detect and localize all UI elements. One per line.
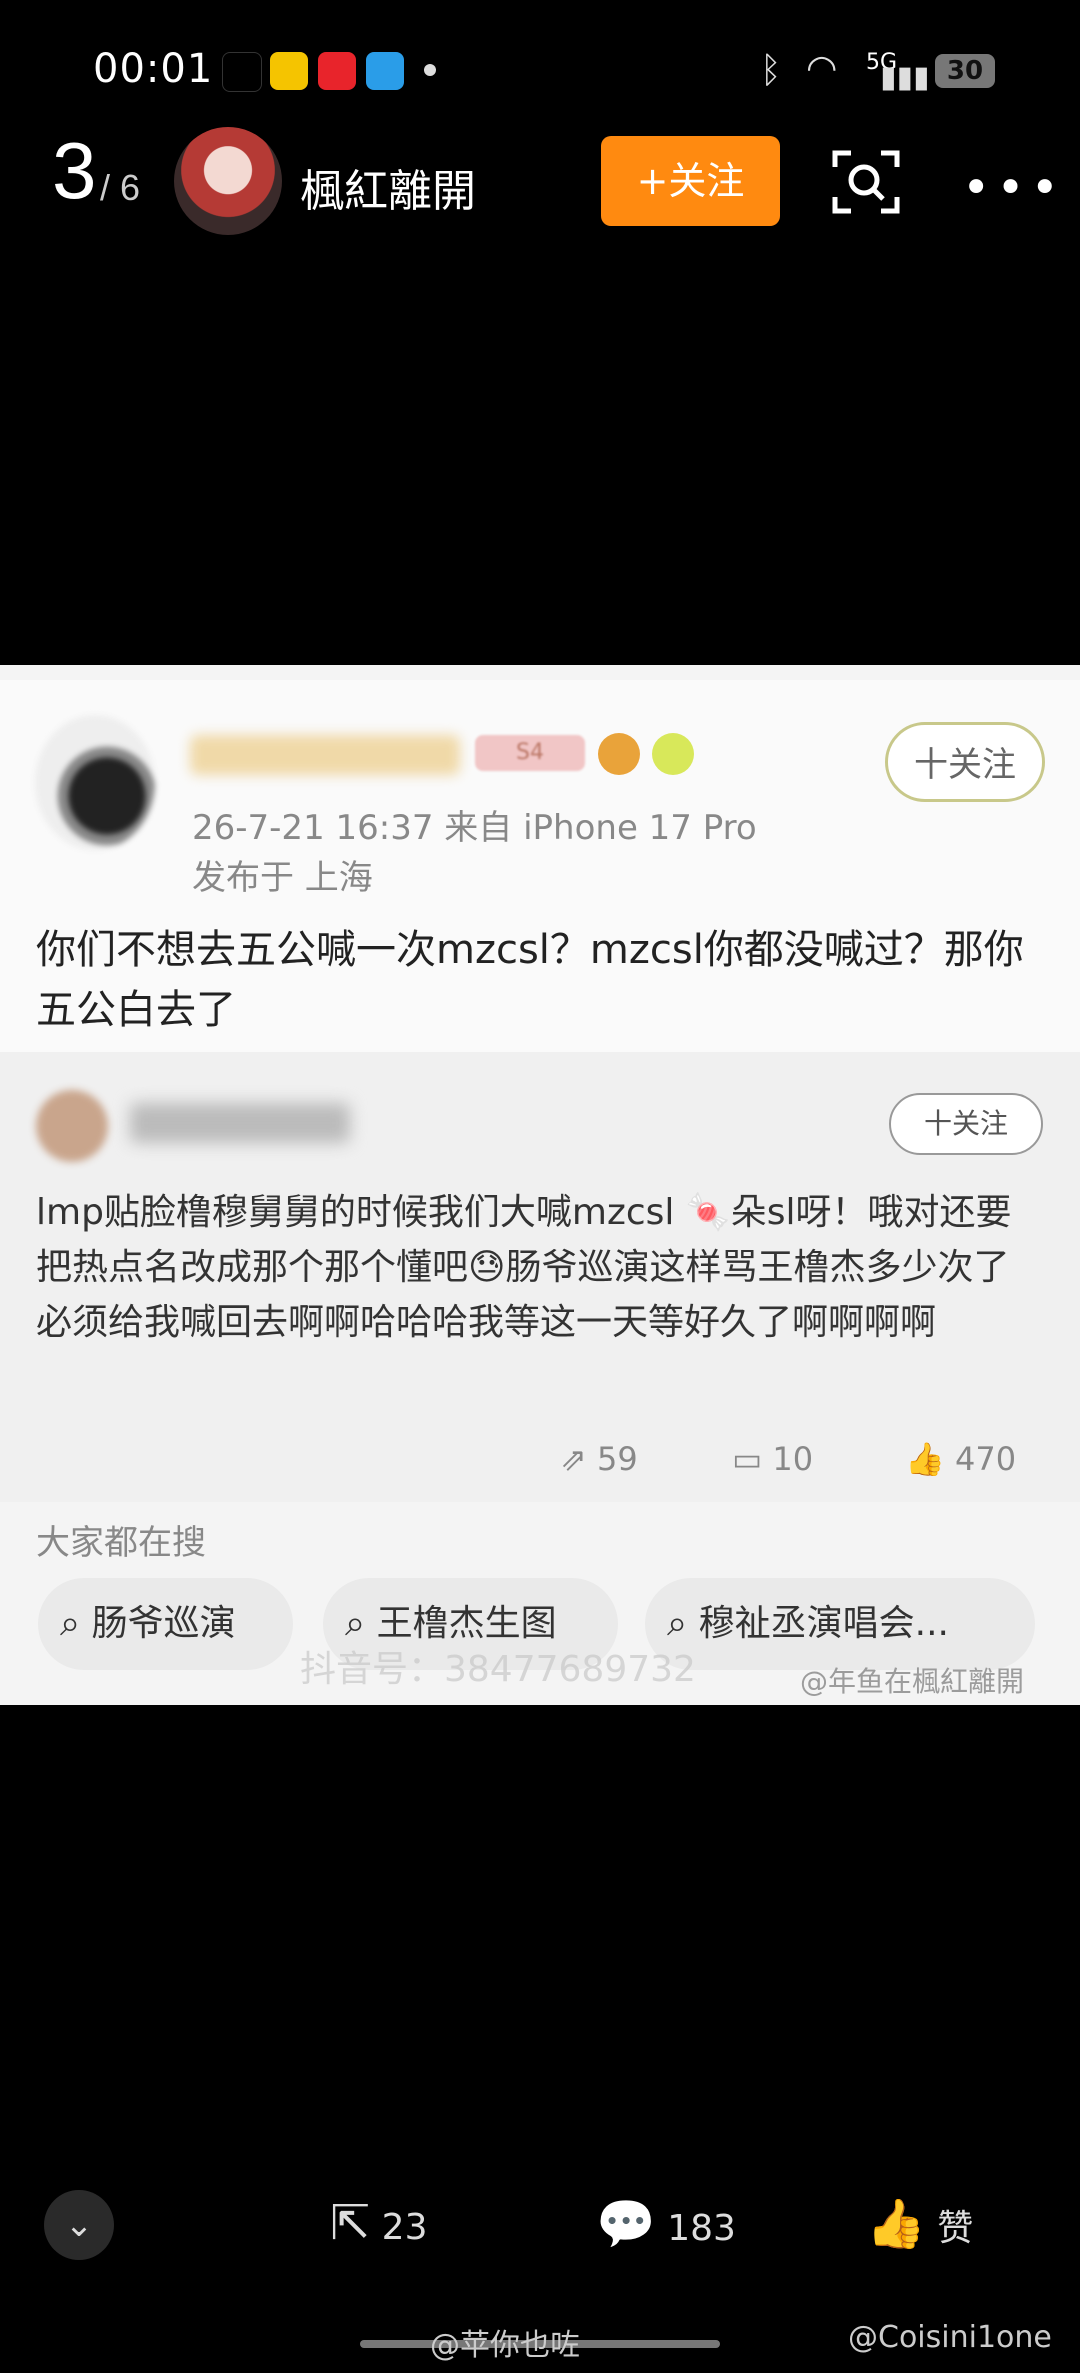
- weibo-icon: [270, 52, 308, 90]
- author-avatar[interactable]: [174, 127, 282, 235]
- smile-emoji-icon: [652, 733, 694, 775]
- comment-icon: ▭: [732, 1440, 763, 1478]
- reply-like-count[interactable]: 👍 470: [905, 1440, 1016, 1478]
- reply-text: lmp贴脸橹穆舅舅的时候我们大喊mzcsl 🍬朵sl呀！哦对还要把热点名改成那个…: [36, 1192, 1012, 1343]
- weibo-watermark: @年鱼在楓紅離開: [800, 1665, 1025, 1698]
- comment-icon: 💬: [596, 2196, 656, 2252]
- search-chip[interactable]: ⌕ 肠爷巡演: [38, 1578, 293, 1670]
- notification-dot-icon: [424, 64, 436, 76]
- comment-count: 10: [772, 1440, 814, 1478]
- chevron-down-icon[interactable]: ⌄: [44, 2190, 114, 2260]
- share-button[interactable]: ⇱ 23: [330, 2195, 427, 2251]
- bluetooth-icon: ᛒ: [760, 50, 782, 91]
- post-text: 你们不想去五公喊一次mzcsl？mzcsl你都没喊过？那你五公白去了: [36, 927, 1024, 1033]
- search-icon: ⌕: [60, 1603, 81, 1644]
- wifi-icon: ◠: [806, 48, 838, 89]
- blurred-username: [190, 735, 460, 775]
- author-name[interactable]: 楓紅離開: [300, 155, 476, 219]
- share-count: 23: [381, 2207, 428, 2248]
- reply-comment-count[interactable]: ▭ 10: [732, 1440, 813, 1478]
- scan-icon[interactable]: [831, 147, 901, 217]
- share-icon: ⇱: [330, 2195, 371, 2251]
- search-chip[interactable]: ⌕ 穆祉丞演唱会...: [645, 1578, 1035, 1670]
- telegram-icon: [366, 52, 404, 90]
- reply-username: [130, 1103, 350, 1143]
- thumb-icon: 👍: [905, 1440, 945, 1478]
- level-badge: S4: [475, 735, 585, 771]
- fish-emoji-icon: [598, 733, 640, 775]
- signal-icon: ▮▮▮: [880, 60, 930, 95]
- like-count: 470: [955, 1440, 1017, 1478]
- search-heading: 大家都在搜: [36, 1523, 206, 1563]
- bottom-watermark-right: @Coisini1one: [848, 2320, 1052, 2355]
- tiktok-icon: [222, 52, 262, 92]
- post-meta-location: 发布于 上海: [192, 858, 373, 898]
- post-follow-button[interactable]: 十关注: [885, 722, 1045, 802]
- search-chip-label: 肠爷巡演: [91, 1603, 236, 1644]
- comment-count: 183: [667, 2208, 736, 2249]
- page-current: 3: [52, 126, 97, 215]
- repost-count: 59: [596, 1440, 638, 1478]
- status-time: 00:01: [93, 46, 214, 92]
- reply-follow-button[interactable]: 十关注: [889, 1093, 1043, 1155]
- xiaohongshu-icon: [318, 52, 356, 90]
- comment-button[interactable]: 💬 183: [596, 2195, 736, 2252]
- reply-repost-count[interactable]: ⇗ 59: [560, 1440, 638, 1478]
- follow-button[interactable]: +关注: [601, 136, 780, 226]
- battery-icon: 30: [935, 54, 995, 88]
- post-meta-time: 26-7-21 16:37 来自 iPhone 17 Pro: [192, 808, 757, 848]
- repost-icon: ⇗: [560, 1440, 587, 1478]
- more-icon[interactable]: •••: [962, 160, 1065, 216]
- douyin-watermark: 抖音号：38477689732: [300, 1649, 696, 1690]
- bottom-watermark-left: @苹你也咗: [430, 2328, 580, 2363]
- blurred-avatar: [35, 715, 155, 850]
- search-chip-label: 穆祉丞演唱会...: [698, 1603, 949, 1644]
- like-label: 赞: [937, 2208, 974, 2249]
- like-button[interactable]: 👍 赞: [866, 2195, 973, 2252]
- page-total: / 6: [100, 167, 141, 208]
- reply-avatar: [36, 1090, 108, 1162]
- thumb-up-icon: 👍: [866, 2196, 926, 2252]
